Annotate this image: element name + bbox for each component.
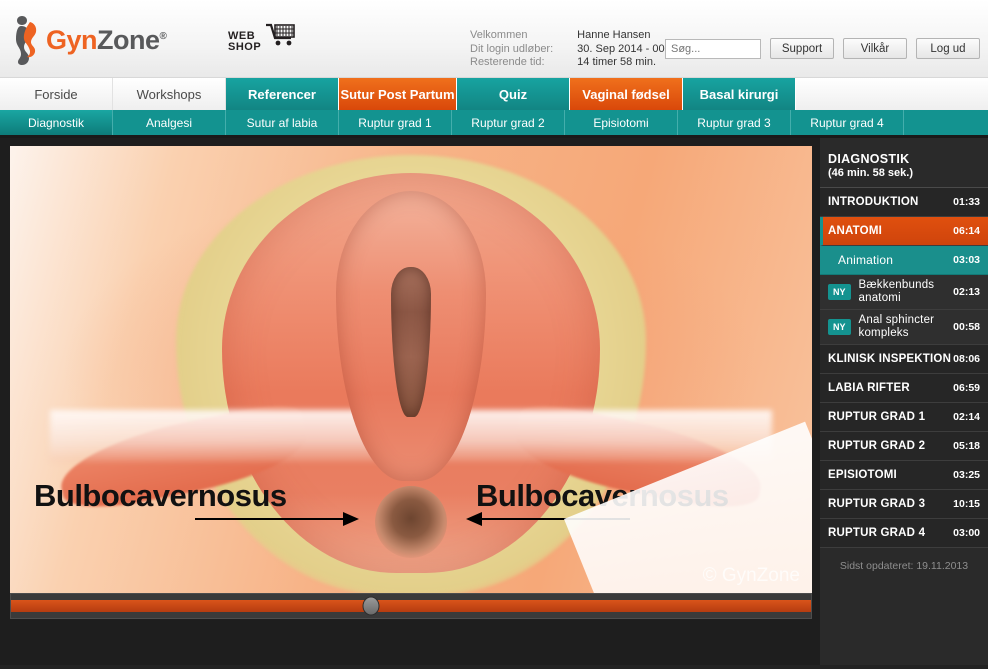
nav-tab-forside[interactable]: Forside [0, 78, 113, 110]
chapter-animation[interactable]: Animation 03:03 [820, 246, 988, 275]
chapter-label: Bækkenbunds anatomi [858, 279, 935, 304]
subnav-tab-episiotomi[interactable]: Episiotomi [565, 110, 678, 135]
chapter-ruptur-grad-4[interactable]: RUPTUR GRAD 4 03:00 [820, 519, 988, 548]
subnav-tab-ruptur-grad-1[interactable]: Ruptur grad 1 [339, 110, 452, 135]
brand-name-part1: Gyn [46, 24, 98, 55]
subnav-tab-ruptur-grad-3[interactable]: Ruptur grad 3 [678, 110, 791, 135]
chapter-klinisk-inspektion[interactable]: KLINISK INSPEKTION 08:06 [820, 345, 988, 374]
chapter-ruptur-grad-1[interactable]: RUPTUR GRAD 1 02:14 [820, 403, 988, 432]
brand-logo[interactable]: GynZone® [10, 14, 167, 66]
sidebar-last-updated: Sidst opdateret: 19.11.2013 [839, 560, 969, 572]
chapter-label: EPISIOTOMI [828, 469, 897, 481]
video-canvas[interactable]: Bulbocavernosus Bulbocavernosus © GynZon… [10, 146, 812, 593]
chapter-introduktion[interactable]: INTRODUKTION 01:33 [820, 188, 988, 217]
chapter-sidebar: DIAGNOSTIK (46 min. 58 sek.) INTRODUKTIO… [820, 138, 988, 665]
welcome-label: Velkommen [470, 29, 528, 41]
chapter-label: ANATOMI [828, 225, 882, 237]
chapter-ruptur-grad-2[interactable]: RUPTUR GRAD 2 05:18 [820, 432, 988, 461]
chapter-list: INTRODUKTION 01:33 ANATOMI 06:14 Animati… [820, 187, 988, 548]
chapter-episiotomi[interactable]: EPISIOTOMI 03:25 [820, 461, 988, 490]
subnav-tab-ruptur-grad-4[interactable]: Ruptur grad 4 [791, 110, 904, 135]
nav-filler [796, 78, 988, 110]
player-stage: Bulbocavernosus Bulbocavernosus © GynZon… [0, 138, 988, 665]
subnav-tab-sutur-af-labia[interactable]: Sutur af labia [226, 110, 339, 135]
logout-button[interactable]: Log ud [916, 38, 980, 59]
login-expires-label: Dit login udløber: [470, 42, 554, 55]
chapter-label: Animation [838, 253, 894, 267]
video-watermark: © GynZone [702, 565, 800, 586]
chapter-time: 10:15 [953, 498, 980, 510]
chapter-time: 03:00 [953, 527, 980, 539]
video-progress-track[interactable] [10, 593, 812, 619]
chapter-label: Anal sphincter kompleks [858, 314, 935, 339]
shopping-cart-icon [264, 22, 298, 53]
chapter-time: 06:14 [953, 225, 980, 237]
chapter-label: LABIA RIFTER [828, 382, 910, 394]
remaining-time-label: Resterende tid: [470, 56, 545, 68]
chapter-labia-rifter[interactable]: LABIA RIFTER 06:59 [820, 374, 988, 403]
chapter-label: RUPTUR GRAD 4 [828, 527, 926, 539]
chapter-time: 08:06 [953, 353, 980, 365]
new-badge: NY [828, 319, 851, 335]
chapter-time: 05:18 [953, 440, 980, 452]
anatomy-arrow-left [195, 512, 359, 526]
video-progress-handle[interactable] [362, 596, 380, 616]
page-header: GynZone® WEB SHOP Velkommen Dit login ud… [0, 0, 988, 78]
sidebar-duration: (46 min. 58 sek.) [828, 167, 913, 179]
webshop-line2: SHOP [228, 41, 262, 53]
chapter-time: 02:14 [953, 411, 980, 423]
nav-tab-quiz[interactable]: Quiz [457, 78, 570, 110]
subnav-tab-analgesi[interactable]: Analgesi [113, 110, 226, 135]
chapter-time: 03:25 [953, 469, 980, 481]
chapter-time: 03:03 [953, 254, 980, 266]
chapter-time: 02:13 [953, 286, 980, 298]
sub-navigation: Diagnostik Analgesi Sutur af labia Ruptu… [0, 110, 988, 138]
chapter-anatomi[interactable]: ANATOMI 06:14 [820, 217, 988, 246]
chapter-baekkenbunds-anatomi[interactable]: NY Bækkenbunds anatomi 02:13 [820, 275, 988, 310]
anatomy-label-left: Bulbocavernosus [34, 478, 287, 513]
anatomy-anus [375, 485, 447, 558]
nav-tab-vaginal-fodsel[interactable]: Vaginal fødsel [570, 78, 683, 110]
user-info: Velkommen Dit login udløber: Resterende … [470, 29, 680, 70]
nav-tab-sutur-post-partum[interactable]: Sutur Post Partum [339, 78, 457, 110]
nav-tab-referencer[interactable]: Referencer [226, 78, 339, 110]
chapter-label: RUPTUR GRAD 3 [828, 498, 926, 510]
subnav-tab-ruptur-grad-2[interactable]: Ruptur grad 2 [452, 110, 565, 135]
sidebar-title: DIAGNOSTIK [828, 152, 910, 166]
chapter-anal-sphincter-kompleks[interactable]: NY Anal sphincter kompleks 00:58 [820, 310, 988, 345]
main-navigation: Forside Workshops Referencer Sutur Post … [0, 78, 988, 110]
sidebar-title-block: DIAGNOSTIK (46 min. 58 sek.) [820, 146, 988, 187]
brand-name: GynZone® [46, 24, 167, 56]
brand-name-part2: Zone [97, 24, 160, 55]
chapter-label: INTRODUKTION [828, 196, 919, 208]
video-player: Bulbocavernosus Bulbocavernosus © GynZon… [0, 138, 820, 665]
chapter-time: 06:59 [953, 382, 980, 394]
header-controls: Support Vilkår Log ud [665, 38, 980, 59]
search-input[interactable] [665, 38, 761, 59]
subnav-filler [904, 110, 988, 135]
subnav-tab-diagnostik[interactable]: Diagnostik [0, 110, 113, 135]
webshop-link[interactable]: WEB SHOP [228, 22, 298, 53]
chapter-label: RUPTUR GRAD 1 [828, 411, 926, 423]
chapter-time: 00:58 [953, 321, 980, 333]
support-button[interactable]: Support [770, 38, 834, 59]
chapter-label: KLINISK INSPEKTION [828, 353, 952, 365]
gynzone-figure-icon [10, 14, 40, 66]
chapter-time: 01:33 [953, 196, 980, 208]
webshop-label: WEB SHOP [228, 31, 261, 53]
terms-button[interactable]: Vilkår [843, 38, 907, 59]
nav-tab-workshops[interactable]: Workshops [113, 78, 226, 110]
registered-mark: ® [159, 30, 167, 42]
nav-tab-basal-kirurgi[interactable]: Basal kirurgi [683, 78, 796, 110]
chapter-ruptur-grad-3[interactable]: RUPTUR GRAD 3 10:15 [820, 490, 988, 519]
player-controls: 1:23 / 3:04 [0, 665, 988, 669]
new-badge: NY [828, 284, 851, 300]
video-progress-fill [11, 596, 811, 616]
chapter-label: RUPTUR GRAD 2 [828, 440, 926, 452]
